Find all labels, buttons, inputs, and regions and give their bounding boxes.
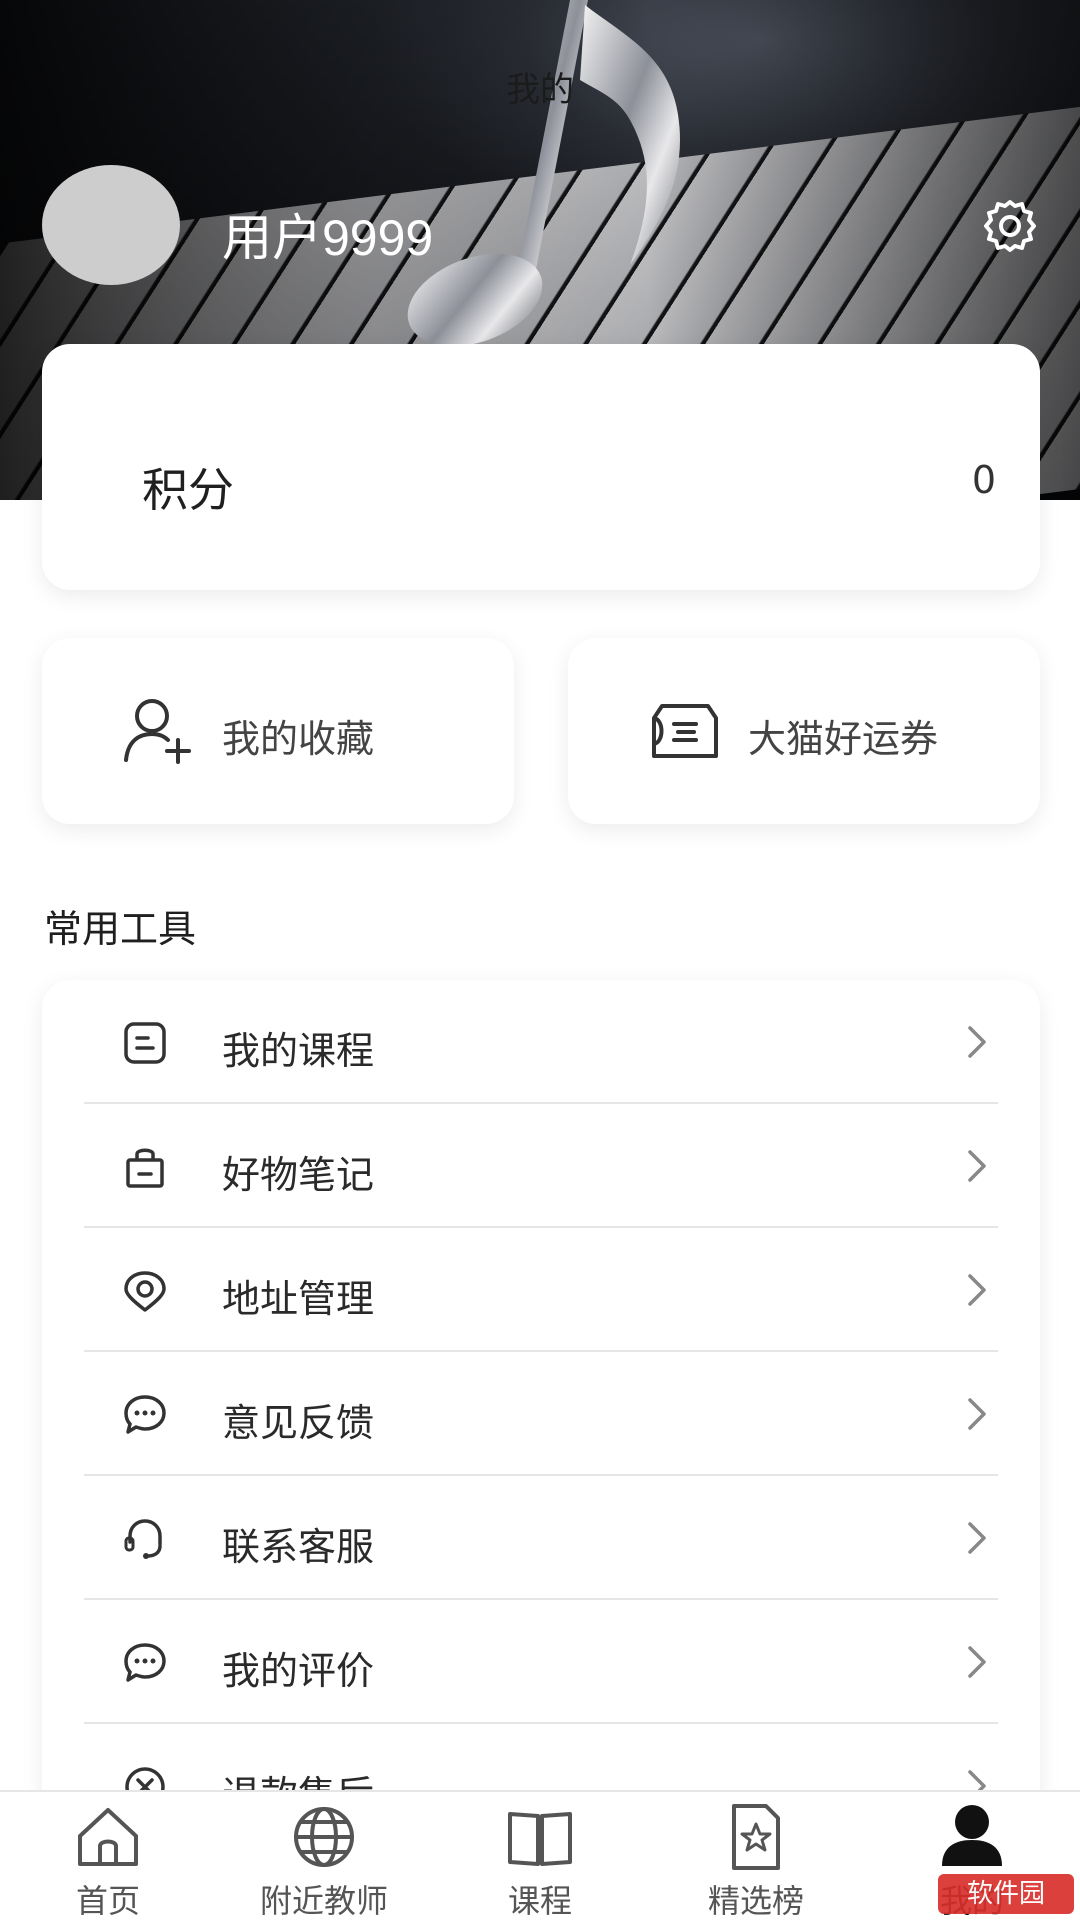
- tab-label: 首页: [75, 1882, 140, 1920]
- tab-label: 附近教师: [259, 1882, 388, 1920]
- tool-label: 地址管理: [222, 1277, 375, 1321]
- globe-icon: [294, 1807, 354, 1867]
- avatar[interactable]: [42, 165, 180, 285]
- tab-featured[interactable]: 精选榜: [648, 1792, 864, 1920]
- coupon-label: 大猫好运券: [748, 717, 939, 761]
- tool-label: 意见反馈: [222, 1401, 375, 1445]
- chevron-right-icon: [968, 1026, 986, 1058]
- favorites-label: 我的收藏: [222, 717, 375, 761]
- add-user-icon: [124, 699, 191, 764]
- tool-item-address[interactable]: 地址管理: [42, 1228, 1040, 1352]
- username: 用户9999: [222, 210, 434, 266]
- points-value: 0: [971, 458, 996, 502]
- tab-home[interactable]: 首页: [0, 1792, 216, 1920]
- ticket-icon: [652, 704, 718, 758]
- shopping-bag-icon: [126, 1148, 164, 1188]
- watermark-badge: 软件园: [938, 1874, 1074, 1914]
- star-document-icon: [732, 1804, 780, 1870]
- chat-bubble-icon: [124, 1395, 166, 1434]
- tab-courses[interactable]: 课程: [432, 1792, 648, 1920]
- favorites-button[interactable]: 我的收藏: [42, 638, 514, 824]
- tool-item-feedback[interactable]: 意见反馈: [42, 1352, 1040, 1476]
- home-icon: [78, 1808, 138, 1866]
- chevron-right-icon: [968, 1274, 986, 1306]
- tool-item-refund[interactable]: 退款售后: [42, 1724, 1040, 1800]
- course-icon: [124, 1022, 166, 1064]
- tool-label: 我的评价: [222, 1649, 375, 1693]
- tools-section-title: 常用工具: [44, 907, 197, 951]
- tool-item-my-courses[interactable]: 我的课程: [42, 980, 1040, 1104]
- chevron-right-icon: [968, 1150, 986, 1182]
- headset-icon: [124, 1519, 162, 1559]
- tab-label: 精选榜: [707, 1882, 804, 1920]
- music-note-graphic: [407, 0, 680, 347]
- chevron-right-icon: [968, 1398, 986, 1430]
- gear-icon[interactable]: [978, 194, 1042, 258]
- coupon-button[interactable]: 大猫好运券: [568, 638, 1040, 824]
- chevron-right-icon: [968, 1646, 986, 1678]
- location-pin-icon: [124, 1271, 166, 1312]
- tools-list: 我的课程 好物笔记 地址管理 意见反馈 联系客服 我的评价 退款售后: [42, 980, 1040, 1800]
- tool-item-my-reviews[interactable]: 我的评价: [42, 1600, 1040, 1724]
- tool-label: 好物笔记: [222, 1153, 375, 1197]
- comment-icon: [124, 1643, 166, 1682]
- person-icon: [942, 1805, 1002, 1866]
- book-icon: [508, 1812, 572, 1866]
- tool-item-customer-service[interactable]: 联系客服: [42, 1476, 1040, 1600]
- page-title: 我的: [506, 70, 574, 110]
- chevron-right-icon: [968, 1522, 986, 1554]
- tool-label: 我的课程: [222, 1029, 375, 1073]
- tab-nearby-teachers[interactable]: 附近教师: [216, 1792, 432, 1920]
- bottom-tab-bar: 首页 附近教师 课程 精选榜 我的: [0, 1790, 1080, 1920]
- points-card[interactable]: 积分 0: [42, 344, 1040, 590]
- tab-label: 课程: [507, 1882, 572, 1920]
- tool-label: 联系客服: [222, 1525, 375, 1569]
- points-label: 积分: [142, 463, 234, 517]
- tool-item-notes[interactable]: 好物笔记: [42, 1104, 1040, 1228]
